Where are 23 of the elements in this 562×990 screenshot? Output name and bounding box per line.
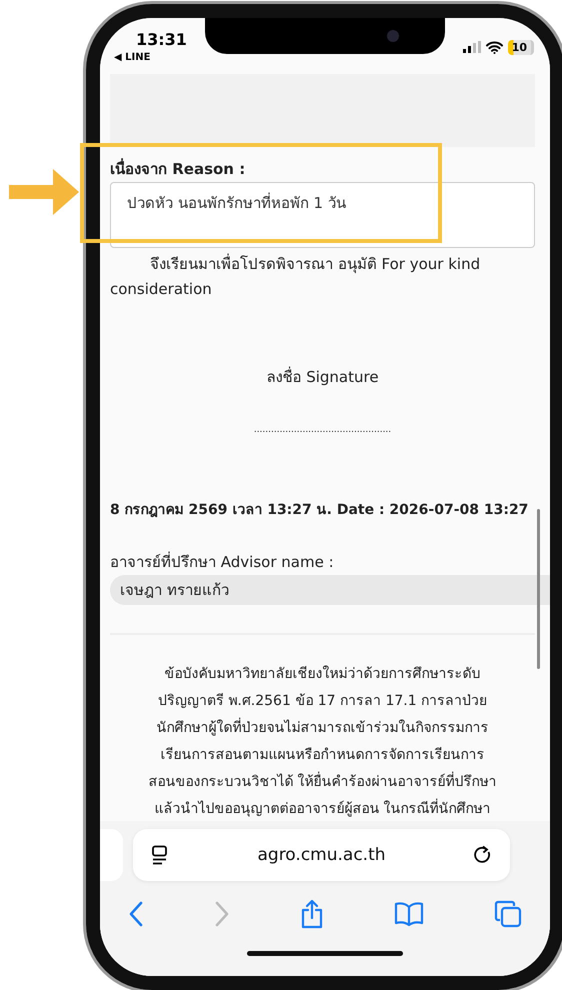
address-bar[interactable]: agro.cmu.ac.th	[133, 829, 510, 881]
tabs-icon[interactable]	[494, 900, 522, 928]
wifi-icon	[486, 40, 503, 54]
status-time: 13:31	[135, 30, 187, 49]
signature-line: ................................................	[254, 425, 392, 435]
url-text: agro.cmu.ac.th	[257, 845, 386, 865]
reason-label: เนื่องจาก Reason :	[110, 160, 246, 178]
advisor-label: อาจารย์ที่ปรึกษา Advisor name :	[110, 553, 335, 571]
arrow-icon	[9, 167, 81, 217]
bookmarks-icon[interactable]	[394, 901, 424, 927]
back-to-app-link[interactable]: ◀ LINE	[114, 52, 150, 63]
back-icon[interactable]	[128, 901, 144, 927]
date-text: 8 กรกฎาคม 2569 เวลา 13:27 น. Date : 2026-07-08 13:27	[110, 501, 530, 520]
reader-icon[interactable]	[151, 845, 169, 865]
signature-label: ลงชื่อ Signature	[266, 366, 379, 388]
reload-icon[interactable]	[474, 845, 492, 865]
advisor-field[interactable]: เจษฎา ทรายแก้ว	[110, 575, 550, 605]
regulation-text: ข้อบังคับมหาวิทยาลัยเชียงใหม่ว่าด้วยการศึกษาระดับ ปริญญาตรี พ.ศ.2561 ข้อ 17 การลา 17.1 การลาป่วย นักศึกษาผู้ใดที่ป่วยจนไม่สามารถเข้าร่วมในกิจกรรมการ เรียนการสอนตามแผนหรือกำหนดการจัดการเรียนการ สอนของกระบวนวิชาได้ ให้ยื่นคำร้องผ่านอาจารย์ที่ปรึกษา แล้วนำไปขออนุญาตต่ออาจารย์ผู้สอน ในกรณีที่นักศึกษา	[147, 664, 498, 819]
request-text: จึงเรียนมาเพื่อโปรดพิจารณา อนุมัติ For your kind consideration	[110, 252, 482, 300]
signal-icon	[462, 41, 481, 53]
reason-field[interactable]: ปวดหัว นอนพักรักษาที่หอพัก 1 วัน	[110, 182, 535, 248]
scrollbar[interactable]	[537, 509, 540, 669]
share-icon[interactable]	[300, 899, 324, 929]
